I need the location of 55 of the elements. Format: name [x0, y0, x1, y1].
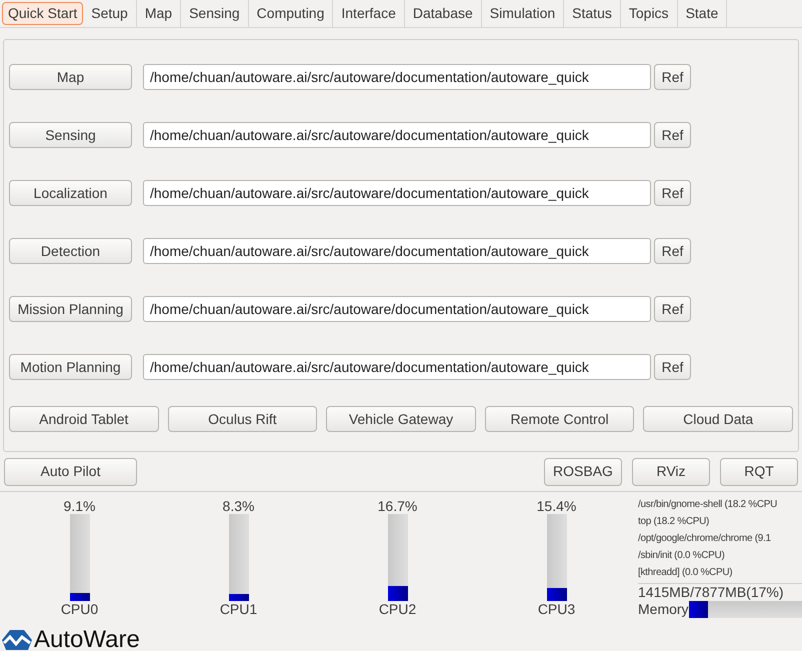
path-field[interactable]: /home/chuan/autoware.ai/src/autoware/documentation/autoware_quick: [143, 180, 651, 206]
device-button[interactable]: Remote Control: [484, 406, 634, 432]
tool-button[interactable]: RQT: [720, 458, 798, 486]
tab[interactable]: Map: [136, 0, 182, 27]
path-field[interactable]: /home/chuan/autoware.ai/src/autoware/documentation/autoware_quick: [143, 122, 651, 148]
launch-button[interactable]: Detection: [9, 238, 132, 264]
logo-icon: [2, 630, 32, 650]
launch-button[interactable]: Localization: [9, 180, 132, 206]
process-entry: [kthreadd] (0.0 %CPU): [638, 566, 734, 580]
ref-button[interactable]: Ref: [654, 354, 691, 380]
device-button[interactable]: Vehicle Gateway: [326, 406, 476, 432]
tab[interactable]: Computing: [248, 0, 334, 27]
launch-button[interactable]: Sensing: [9, 122, 132, 148]
device-button[interactable]: Oculus Rift: [168, 406, 318, 432]
launch-button[interactable]: Mission Planning: [9, 296, 132, 322]
logo-text: AutoWare: [34, 629, 140, 651]
path-field[interactable]: /home/chuan/autoware.ai/src/autoware/documentation/autoware_quick: [143, 64, 651, 90]
tool-button[interactable]: RViz: [632, 458, 710, 486]
path-field[interactable]: /home/chuan/autoware.ai/src/autoware/documentation/autoware_quick: [143, 238, 651, 264]
cpu-label: CPU3: [538, 601, 576, 617]
ref-button[interactable]: Ref: [654, 64, 691, 90]
process-entry: top (18.2 %CPU): [638, 515, 710, 529]
process-entry: /usr/bin/gnome-shell (18.2 %CPU: [638, 498, 778, 512]
cpu-label: CPU0: [60, 601, 98, 617]
memory-label: Memory: [638, 601, 689, 618]
tab[interactable]: Interface: [333, 0, 405, 27]
process-entry: /sbin/init (0.0 %CPU): [638, 549, 726, 563]
ref-button[interactable]: Ref: [654, 296, 691, 322]
cpu-reading: 15.4%: [536, 498, 576, 514]
cpu-reading: 8.3%: [222, 498, 254, 514]
memory-reading: 1415MB/7877MB(17%): [638, 584, 785, 601]
ref-button[interactable]: Ref: [654, 122, 691, 148]
cpu-label: CPU1: [220, 601, 258, 617]
launch-button[interactable]: Map: [9, 64, 132, 90]
cpu-label: CPU2: [378, 601, 416, 617]
tab[interactable]: Status: [564, 0, 621, 27]
ref-button[interactable]: Ref: [654, 238, 691, 264]
tab[interactable]: State: [678, 0, 728, 27]
device-button[interactable]: Android Tablet: [9, 406, 159, 432]
path-field[interactable]: /home/chuan/autoware.ai/src/autoware/documentation/autoware_quick: [143, 354, 651, 380]
tab[interactable]: Setup: [83, 0, 137, 27]
launch-button[interactable]: Motion Planning: [9, 354, 132, 380]
process-entry: /opt/google/chrome/chrome (9.1: [638, 532, 772, 546]
tab[interactable]: Topics: [620, 0, 678, 27]
tab[interactable]: Quick Start: [2, 2, 84, 25]
path-field[interactable]: /home/chuan/autoware.ai/src/autoware/documentation/autoware_quick: [143, 296, 651, 322]
auto-pilot-button[interactable]: Auto Pilot: [4, 458, 137, 486]
ref-button[interactable]: Ref: [654, 180, 691, 206]
tab[interactable]: Sensing: [181, 0, 249, 27]
cpu-reading: 9.1%: [64, 498, 96, 514]
tab[interactable]: Database: [404, 0, 482, 27]
device-button[interactable]: Cloud Data: [643, 406, 793, 432]
tool-button[interactable]: ROSBAG: [544, 458, 622, 486]
cpu-reading: 16.7%: [378, 498, 418, 514]
tab[interactable]: Simulation: [482, 0, 564, 27]
